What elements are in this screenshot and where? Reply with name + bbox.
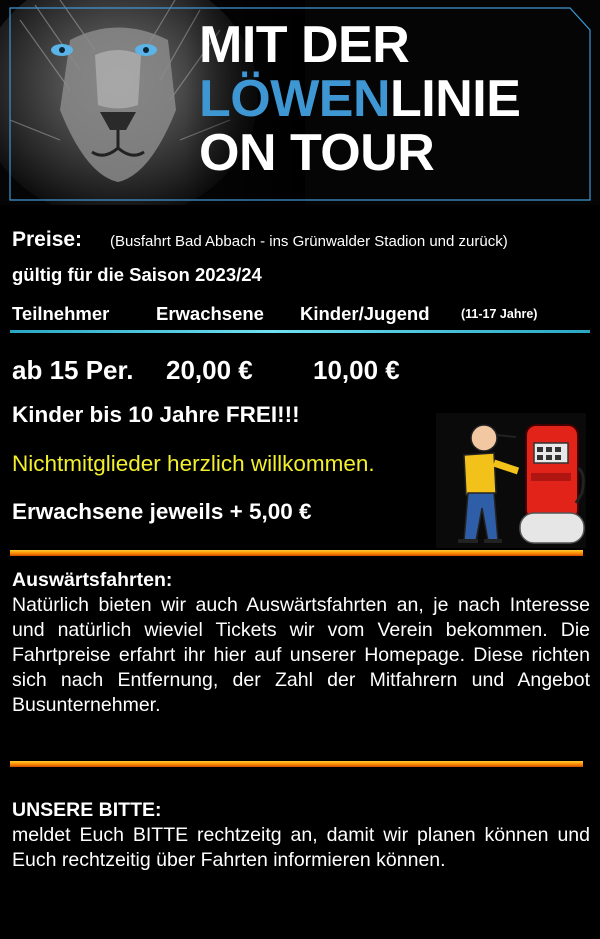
column-participants: Teilnehmer [12,303,110,324]
price-group-size: ab 15 Per. [12,355,134,385]
banner-headline: MIT DER LÖWENLINIE ON TOUR [199,16,521,182]
away-trips-body: Natürlich bieten wir auch Auswärtsfahrte… [12,594,590,716]
guests-welcome-note: Nichtmitglieder herzlich willkommen. [12,451,375,476]
gas-pump-cartoon-icon [436,413,586,548]
divider-orange-1 [10,550,583,556]
request-section: UNSERE BITTE: meldet Euch BITTE rechtzei… [12,798,590,873]
request-title: UNSERE BITTE: [12,799,162,821]
divider-orange-2 [10,761,583,767]
request-body: meldet Euch BITTE rechtzeitg an, damit w… [12,824,590,871]
adult-surcharge-note: Erwachsene jeweils + 5,00 € [12,499,312,524]
header-banner: MIT DER LÖWENLINIE ON TOUR [0,0,600,205]
headline-line-2: LÖWENLINIE [199,70,521,128]
headline-line-2-rest: LINIE [390,70,521,128]
away-trips-title: Auswärtsfahrten: [12,569,173,591]
headline-line-1: MIT DER [199,16,410,74]
price-adult: 20,00 € [166,355,253,385]
column-adults: Erwachsene [156,303,264,324]
divider-cyan [10,330,590,333]
away-trips-section: Auswärtsfahrten: Natürlich bieten wir au… [12,568,590,718]
free-kids-note: Kinder bis 10 Jahre FREI!!! [12,402,300,427]
prices-label: Preise: [12,228,83,251]
price-kid: 10,00 € [313,355,400,385]
column-kids-age: (11-17 Jahre) [461,307,538,321]
headline-line-3: ON TOUR [199,124,435,182]
season-validity: gültig für die Saison 2023/24 [12,264,262,285]
column-kids: Kinder/Jugend [300,303,430,324]
headline-accent-word: LÖWEN [199,70,391,128]
prices-note: (Busfahrt Bad Abbach - ins Grünwalder St… [110,233,508,250]
